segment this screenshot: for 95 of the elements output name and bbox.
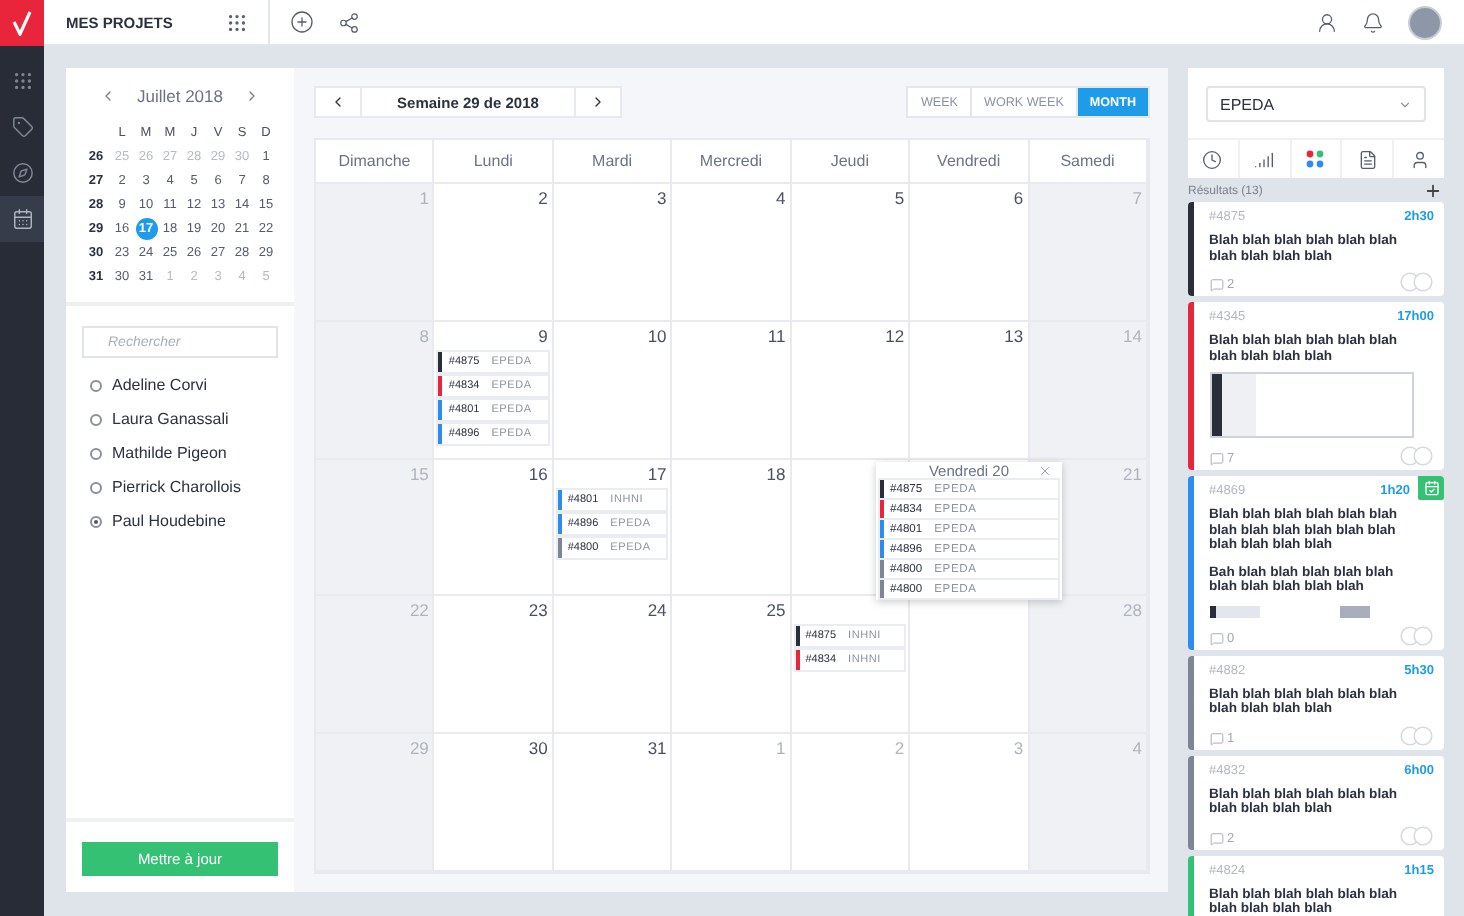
radio-button[interactable] bbox=[90, 447, 102, 459]
calendar-check-badge bbox=[1418, 476, 1444, 500]
day-number: 11 bbox=[767, 325, 786, 346]
day-number: 17 bbox=[647, 463, 667, 484]
calendar-icon bbox=[11, 208, 33, 230]
day-cell[interactable]: 24 bbox=[553, 596, 673, 735]
toggle-icon[interactable] bbox=[1400, 272, 1434, 292]
day-number: 21 bbox=[1123, 463, 1142, 484]
day-number: 22 bbox=[409, 600, 429, 621]
month-label: Juillet 2018 bbox=[136, 86, 223, 106]
day-number: 30 bbox=[528, 738, 548, 759]
person-name: Mathilde Pigeon bbox=[112, 444, 227, 462]
toggle-icon[interactable] bbox=[1400, 825, 1434, 845]
grid-icon[interactable] bbox=[226, 11, 248, 33]
day-number: 4 bbox=[1132, 738, 1142, 759]
day-number: 18 bbox=[766, 463, 786, 484]
comment-icon bbox=[1209, 831, 1223, 845]
day-cell[interactable]: 4 bbox=[672, 184, 792, 322]
day-number: 13 bbox=[1004, 325, 1024, 346]
chevron-down-icon bbox=[1398, 97, 1412, 111]
user-icon bbox=[1409, 149, 1430, 169]
day-number: 3 bbox=[657, 188, 667, 208]
person-name: Pierrick Charollois bbox=[112, 478, 241, 496]
day-cell[interactable]: 12 bbox=[791, 321, 911, 460]
day-number: 1 bbox=[419, 188, 429, 208]
day-number: 31 bbox=[647, 738, 667, 759]
grid-icon bbox=[11, 70, 33, 92]
day-cell[interactable]: 25 bbox=[672, 596, 792, 735]
radio-button[interactable] bbox=[90, 379, 102, 391]
share-icon[interactable] bbox=[338, 11, 360, 33]
comment-icon bbox=[1209, 631, 1223, 645]
day-number: 25 bbox=[766, 600, 786, 621]
day-cell[interactable]: 11 bbox=[672, 321, 792, 460]
person-name: Adeline Corvi bbox=[112, 376, 208, 394]
day-cell[interactable]: 6 bbox=[910, 184, 1030, 322]
check-icon bbox=[12, 10, 32, 36]
day-number: 1 bbox=[775, 738, 786, 759]
day-number: 6 bbox=[1013, 188, 1024, 208]
day-number: 2 bbox=[538, 188, 548, 208]
signal-bars-icon bbox=[1254, 149, 1275, 169]
add-icon[interactable] bbox=[1424, 182, 1442, 200]
day-number: 15 bbox=[409, 463, 429, 484]
day-number: 10 bbox=[647, 325, 667, 346]
avatar[interactable] bbox=[1408, 5, 1442, 39]
day-number: 29 bbox=[409, 738, 429, 759]
day-cell[interactable]: 10 bbox=[553, 321, 673, 460]
day-number: 16 bbox=[528, 463, 548, 484]
day-number: 5 bbox=[894, 188, 905, 208]
day-number: 4 bbox=[775, 188, 786, 208]
radio-button[interactable] bbox=[90, 481, 102, 493]
add-icon[interactable] bbox=[290, 10, 314, 34]
day-number: 3 bbox=[1013, 738, 1024, 759]
day-cell[interactable]: 30 bbox=[434, 734, 554, 872]
day-cell[interactable]: 23 bbox=[434, 596, 554, 735]
day-cell[interactable]: 16 bbox=[434, 459, 554, 597]
day-cell[interactable]: 2 bbox=[434, 184, 554, 322]
day-cell[interactable]: 5 bbox=[791, 184, 911, 322]
clock-icon bbox=[1202, 149, 1223, 169]
comment-icon bbox=[1209, 731, 1223, 745]
radio-button[interactable] bbox=[90, 515, 102, 527]
toggle-icon[interactable] bbox=[1400, 446, 1434, 466]
day-cell[interactable] bbox=[910, 596, 1030, 735]
day-number: 12 bbox=[885, 325, 905, 346]
day-number: 23 bbox=[528, 600, 548, 621]
person-name: Laura Ganassali bbox=[112, 410, 229, 428]
dropdown-value: EPEDA bbox=[1220, 95, 1275, 113]
day-number: 8 bbox=[419, 325, 429, 346]
person-icon[interactable] bbox=[1316, 11, 1338, 33]
day-number: 7 bbox=[1132, 188, 1142, 208]
person-name: Paul Houdebine bbox=[112, 512, 226, 530]
close-icon[interactable] bbox=[1038, 464, 1052, 478]
comment-icon bbox=[1209, 278, 1223, 292]
day-cell[interactable]: 13 bbox=[910, 321, 1030, 460]
day-number: 14 bbox=[1123, 325, 1142, 346]
logo-tile[interactable] bbox=[0, 0, 44, 46]
nav-item[interactable] bbox=[0, 196, 44, 242]
chevron-right-icon bbox=[590, 94, 606, 110]
day-number: 28 bbox=[1123, 600, 1142, 621]
color-dots-icon bbox=[1306, 150, 1325, 168]
tag-icon bbox=[11, 116, 33, 138]
day-number: 9 bbox=[538, 325, 548, 346]
radio-button[interactable] bbox=[90, 413, 102, 425]
day-cell[interactable]: 3 bbox=[553, 184, 673, 322]
chevron-left-icon bbox=[330, 94, 346, 110]
day-number: 2 bbox=[894, 738, 905, 759]
compass-icon bbox=[11, 162, 33, 184]
toggle-icon[interactable] bbox=[1400, 625, 1434, 645]
bell-icon[interactable] bbox=[1362, 11, 1384, 33]
document-icon bbox=[1357, 149, 1378, 169]
day-cell[interactable]: 31 bbox=[553, 734, 673, 872]
project-dropdown[interactable]: EPEDA bbox=[1206, 86, 1426, 122]
day-cell[interactable]: 18 bbox=[672, 459, 792, 597]
comment-icon bbox=[1209, 452, 1223, 466]
day-number: 24 bbox=[647, 600, 667, 621]
toggle-icon[interactable] bbox=[1400, 725, 1434, 745]
